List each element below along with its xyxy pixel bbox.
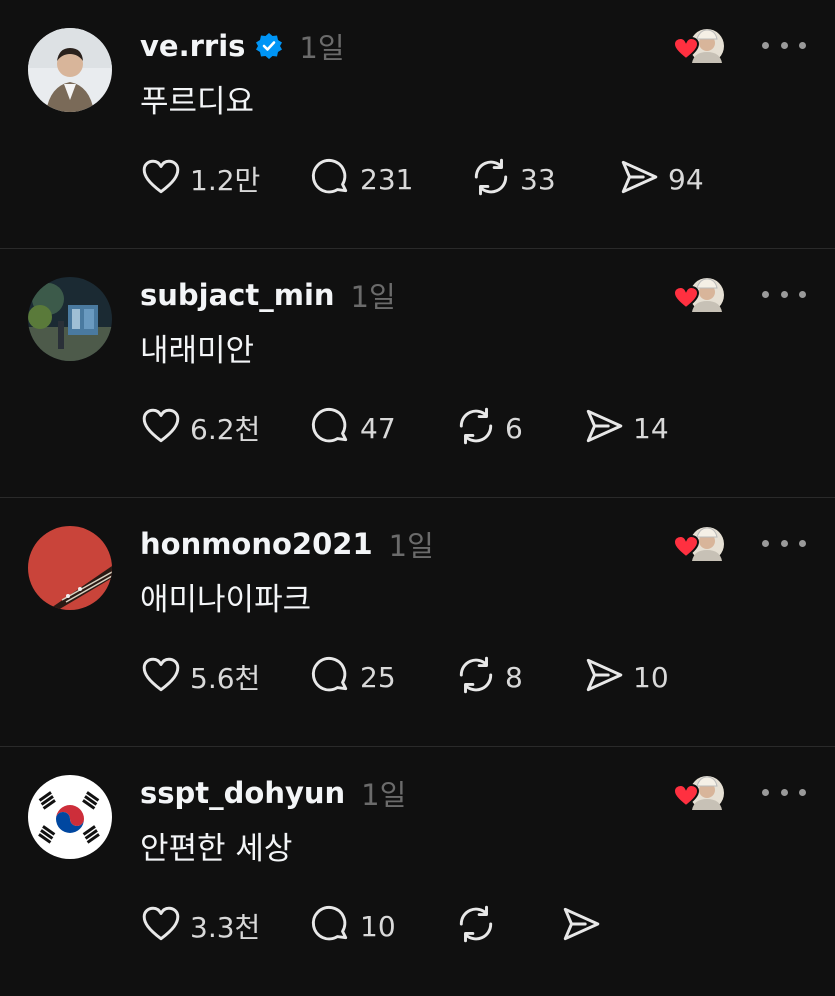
liked-by-author-icon	[672, 522, 726, 566]
reply-button[interactable]: 231	[310, 156, 413, 202]
action-bar: 3.3천 10	[140, 903, 760, 949]
heart-icon	[140, 654, 182, 700]
repost-icon	[470, 156, 512, 202]
action-bar: 1.2만 231 33 94	[140, 156, 760, 202]
share-send-icon	[560, 903, 602, 949]
verified-badge-icon	[256, 33, 283, 59]
more-options-icon[interactable]	[762, 777, 806, 807]
post-time: 1일	[299, 31, 345, 65]
korean-flag-avatar	[28, 775, 112, 859]
reply-count: 25	[360, 660, 396, 694]
night-scene-avatar	[28, 277, 112, 361]
reply-count: 47	[360, 411, 396, 445]
share-button[interactable]: 10	[583, 654, 669, 700]
more-options-icon[interactable]	[762, 528, 806, 558]
heart-count: 5.6천	[190, 662, 261, 695]
post-time: 1일	[361, 778, 407, 812]
repost-button[interactable]: 33	[470, 156, 556, 202]
avatar[interactable]	[28, 775, 112, 859]
username[interactable]: sspt_dohyun	[140, 776, 345, 810]
reply-bubble-icon	[310, 156, 352, 202]
username[interactable]: ve.rris	[140, 29, 245, 63]
share-button[interactable]: 94	[618, 156, 704, 202]
more-options-icon[interactable]	[762, 30, 806, 60]
liked-by-author-icon	[672, 273, 726, 317]
reply-button[interactable]: 25	[310, 654, 396, 700]
heart-icon	[140, 903, 182, 949]
share-send-icon	[583, 405, 625, 451]
heart-button[interactable]: 5.6천	[140, 654, 260, 700]
person-photo-avatar	[28, 28, 112, 112]
heart-button[interactable]: 6.2천	[140, 405, 260, 451]
thread-post[interactable]: ve.rris 1일 푸르디요 1.2만 231 33 94	[0, 0, 835, 249]
avatar[interactable]	[28, 28, 112, 112]
post-time: 1일	[350, 280, 396, 314]
reply-bubble-icon	[310, 405, 352, 451]
post-time: 1일	[388, 529, 434, 563]
repost-icon	[455, 405, 497, 451]
repost-button[interactable]: 6	[455, 405, 523, 451]
repost-count: 33	[520, 162, 556, 196]
thread-post[interactable]: subjact_min 1일 내래미안 6.2천 47 6 14	[0, 249, 835, 498]
username[interactable]: subjact_min	[140, 278, 335, 312]
thread-feed: ve.rris 1일 푸르디요 1.2만 231 33 94 subjact_m…	[0, 0, 835, 996]
post-text: 푸르디요	[140, 84, 255, 120]
repost-button[interactable]: 8	[455, 654, 523, 700]
share-button[interactable]: 14	[583, 405, 669, 451]
post-text: 애미나이파크	[140, 582, 312, 618]
action-bar: 5.6천 25 8 10	[140, 654, 760, 700]
repost-button[interactable]	[455, 903, 497, 949]
repost-icon	[455, 903, 497, 949]
repost-count: 6	[505, 411, 523, 445]
avatar[interactable]	[28, 526, 112, 610]
thread-post[interactable]: sspt_dohyun 1일 안편한 세상 3.3천 10	[0, 747, 835, 996]
repost-count: 8	[505, 660, 523, 694]
share-button[interactable]	[560, 903, 602, 949]
liked-by-author-icon	[672, 771, 726, 815]
post-text: 안편한 세상	[140, 831, 293, 867]
repost-icon	[455, 654, 497, 700]
more-options-icon[interactable]	[762, 279, 806, 309]
thread-post[interactable]: honmono2021 1일 애미나이파크 5.6천 25 8 10	[0, 498, 835, 747]
share-count: 94	[668, 162, 704, 196]
heart-icon	[140, 156, 182, 202]
reply-bubble-icon	[310, 654, 352, 700]
guitar-avatar	[28, 526, 112, 610]
reply-bubble-icon	[310, 903, 352, 949]
heart-icon	[140, 405, 182, 451]
liked-by-author-icon	[672, 24, 726, 68]
heart-button[interactable]: 1.2만	[140, 156, 260, 202]
share-count: 14	[633, 411, 669, 445]
reply-count: 10	[360, 909, 396, 943]
share-send-icon	[583, 654, 625, 700]
reply-count: 231	[360, 162, 414, 196]
post-header: sspt_dohyun 1일	[140, 773, 406, 813]
post-header: ve.rris 1일	[140, 26, 345, 66]
share-count: 10	[633, 660, 669, 694]
share-send-icon	[618, 156, 660, 202]
heart-button[interactable]: 3.3천	[140, 903, 260, 949]
post-header: honmono2021 1일	[140, 524, 434, 564]
username[interactable]: honmono2021	[140, 527, 373, 561]
post-header: subjact_min 1일	[140, 275, 396, 315]
post-text: 내래미안	[140, 333, 255, 369]
heart-count: 1.2만	[190, 164, 261, 197]
reply-button[interactable]: 10	[310, 903, 396, 949]
action-bar: 6.2천 47 6 14	[140, 405, 760, 451]
heart-count: 6.2천	[190, 413, 261, 446]
avatar[interactable]	[28, 277, 112, 361]
heart-count: 3.3천	[190, 911, 261, 944]
reply-button[interactable]: 47	[310, 405, 396, 451]
